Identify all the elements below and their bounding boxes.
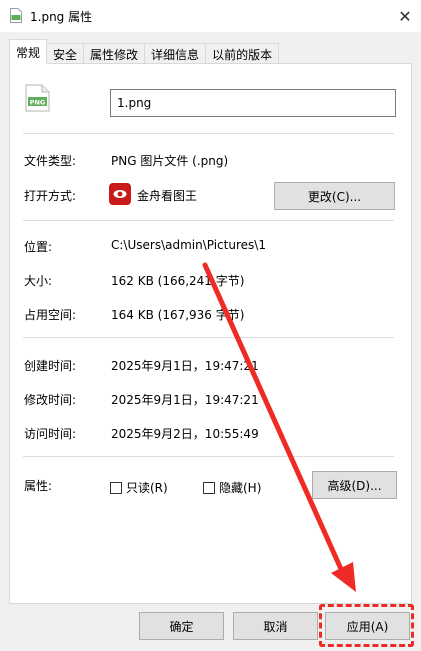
apply-highlight-box bbox=[319, 604, 414, 647]
annotation-arrow bbox=[202, 262, 356, 592]
tab-general[interactable]: 常规 bbox=[9, 39, 48, 64]
